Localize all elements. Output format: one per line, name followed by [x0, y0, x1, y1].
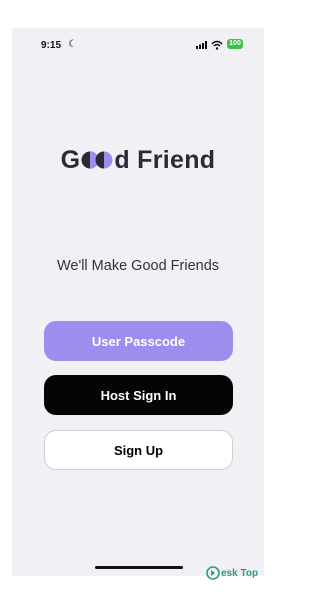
user-passcode-label: User Passcode — [91, 333, 186, 349]
logo-text-suffix: d Friend — [114, 146, 216, 174]
status-bar: 9:15 ☾ 100 — [12, 28, 264, 62]
watermark-text: esk Top — [221, 567, 259, 579]
desktop-logo-icon — [206, 566, 220, 580]
sign-up-label: Sign Up — [113, 442, 164, 458]
watermark: esk Top — [206, 566, 258, 580]
app-logo: G d Friend — [12, 146, 264, 175]
sign-up-button[interactable]: Sign Up — [44, 430, 233, 470]
home-indicator[interactable] — [95, 566, 183, 569]
phone-screen: 9:15 ☾ 100 G d Friend We'll Make Good Fr… — [12, 28, 264, 576]
wifi-icon — [211, 40, 223, 50]
moon-icon: ☾ — [68, 39, 77, 50]
logo-oo-icon — [81, 151, 113, 169]
status-time: 9:15 — [41, 40, 62, 51]
host-sign-in-label: Host Sign In — [100, 387, 177, 403]
user-passcode-button[interactable]: User Passcode — [44, 321, 233, 361]
battery-icon: 100 — [227, 39, 243, 49]
signal-icon — [196, 41, 207, 49]
logo-text-prefix: G — [60, 146, 81, 174]
host-sign-in-button[interactable]: Host Sign In — [44, 375, 233, 415]
tagline: We'll Make Good Friends — [56, 258, 220, 274]
